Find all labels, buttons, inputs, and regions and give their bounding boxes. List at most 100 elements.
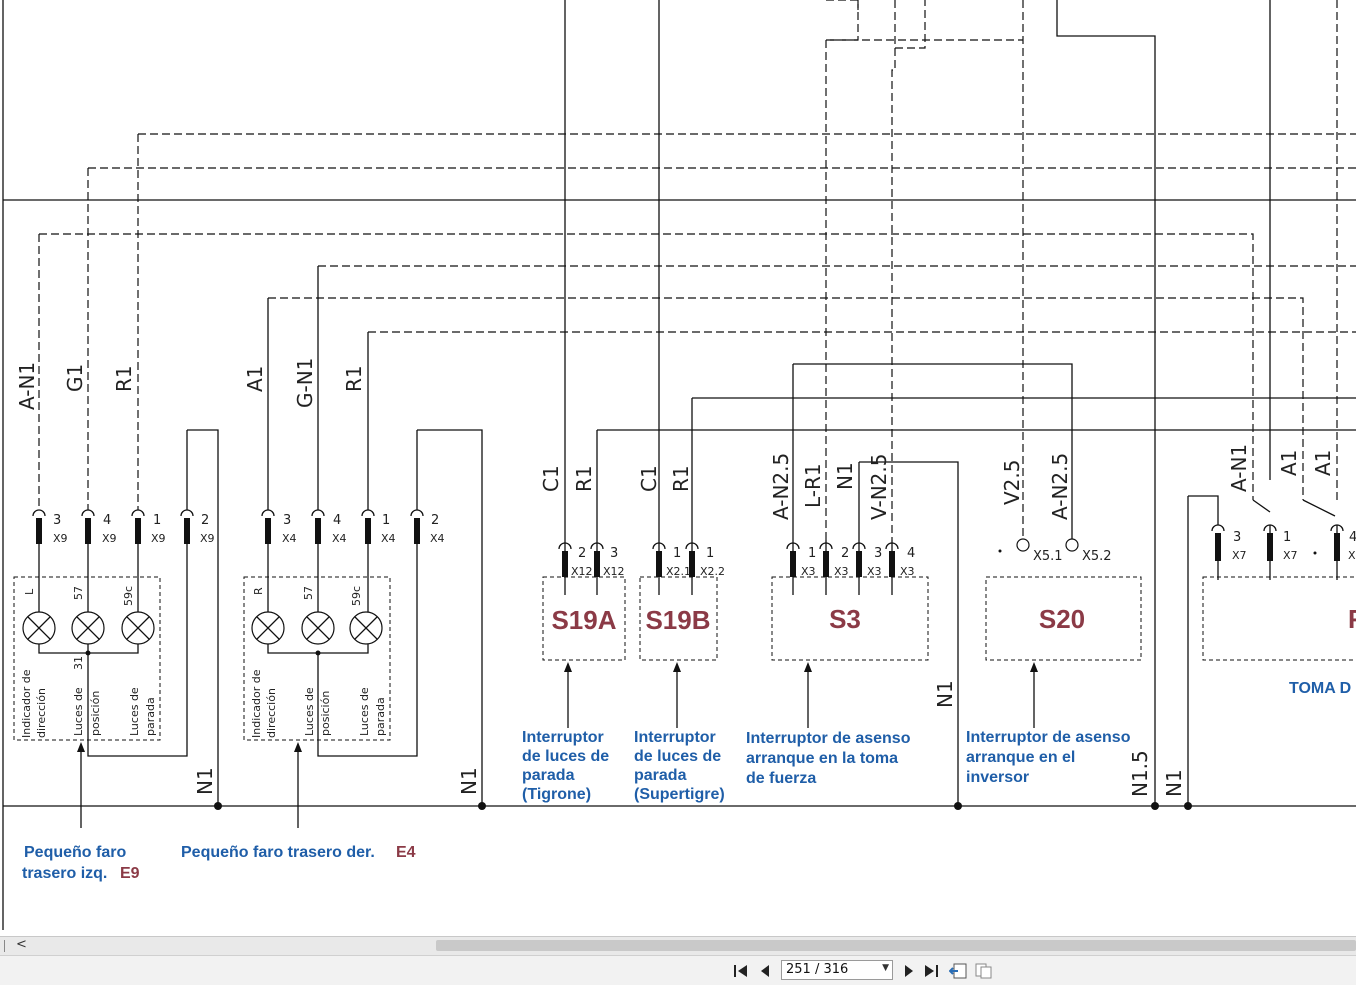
wire-label: N1: [833, 462, 857, 490]
lamp-module-e4: 3 4 1 2 X4 X4 X4 X4 R 57 59c Indicador d…: [243, 509, 445, 828]
connector-label: X3: [867, 565, 882, 578]
connector-label: X12: [603, 565, 625, 578]
wire-label: G-N1: [293, 358, 317, 408]
pin-number: 3: [874, 546, 882, 561]
pin-number: 2: [578, 546, 586, 561]
pin-number: 4: [103, 513, 111, 528]
caption-line: de fuerza: [746, 770, 816, 787]
caption-line: TOMA D: [1289, 680, 1351, 697]
pin-number: 3: [610, 546, 618, 561]
connector-label: X3: [801, 565, 816, 578]
lamp-label: dirección: [35, 688, 48, 738]
component-label: F: [1348, 604, 1356, 634]
terminal-label: L: [23, 588, 36, 595]
switch-s19b: 1 1 X2.1 X2.2 S19B: [639, 540, 725, 728]
wire-label: N1: [193, 767, 217, 795]
connector-label: X3: [834, 565, 849, 578]
wire-label: R1: [112, 365, 136, 392]
lamp-icon: [71, 611, 105, 645]
wire-label: R1: [572, 465, 596, 492]
page-number-field[interactable]: 251 / 316 ▼: [781, 960, 893, 980]
wire-label: L-R1: [801, 463, 825, 508]
switch-s20: X5.1 X5.2 S20: [985, 538, 1142, 728]
connector-label: X7: [1283, 549, 1298, 562]
caption-line: Pequeño faro: [24, 844, 126, 861]
pin-number: 1: [706, 546, 714, 561]
lamp-label: parada: [144, 697, 157, 736]
terminal-label: 57: [302, 586, 315, 600]
terminal-label: 59c: [122, 586, 135, 606]
lamp-icon: [251, 611, 285, 645]
lamp-label: posición: [89, 691, 102, 736]
lamp-label: Luces de: [128, 687, 141, 736]
component-label: S19B: [645, 605, 710, 635]
connector-label: X7: [1232, 549, 1247, 562]
horizontal-scrollbar[interactable]: <: [0, 936, 1356, 955]
connector-label: X4: [332, 532, 347, 545]
connector-label: X9: [53, 532, 68, 545]
wire-label: A-N2.5: [1048, 453, 1072, 520]
connector-label: X5.2: [1082, 549, 1112, 564]
connector-label: X5.1: [1033, 549, 1063, 564]
caption-line: (Tigrone): [522, 786, 591, 803]
wire-label: N1: [933, 680, 957, 708]
pin-number: 2: [431, 513, 439, 528]
pin-number: 2: [841, 546, 849, 561]
next-page-icon[interactable]: [900, 962, 918, 980]
terminal-label: 31: [72, 656, 85, 670]
lamp-module-e9: 3 4 1 2 X9 X9 X9 X9 L 57 59c 31 Indicado…: [13, 509, 215, 828]
caption-line: Interruptor de asenso: [966, 729, 1131, 746]
lamp-label: dirección: [265, 688, 278, 738]
connector-label: X9: [151, 532, 166, 545]
scroll-thumb[interactable]: [436, 940, 1356, 951]
lamp-icon: [22, 611, 56, 645]
caption-ref: E4: [396, 844, 416, 861]
pdf-viewer: A-N1 G1 R1 A1 G-N1 R1 C1 R1 C1 R1 A-N2.5…: [0, 0, 1356, 985]
pin-number: 1: [382, 513, 390, 528]
page-indicator: 251 / 316: [786, 962, 849, 977]
wiring-diagram-page: A-N1 G1 R1 A1 G-N1 R1 C1 R1 C1 R1 A-N2.5…: [0, 0, 1356, 930]
wire-label: V-N2.5: [867, 454, 891, 521]
caption-line: Interruptor de asenso: [746, 730, 911, 747]
connector-label: X3: [900, 565, 915, 578]
connector-label: X9: [102, 532, 117, 545]
chevron-down-icon[interactable]: ▼: [882, 963, 889, 973]
lamp-label: Indicador de: [20, 669, 33, 738]
lamp-label: Luces de: [303, 687, 316, 736]
pin-number: 3: [1233, 530, 1241, 545]
connector-label: X: [1348, 549, 1356, 562]
connector-label: X4: [282, 532, 297, 545]
wire-label: R1: [669, 465, 693, 492]
lamp-icon: [301, 611, 335, 645]
previous-page-icon[interactable]: [756, 962, 774, 980]
pin-number: 1: [153, 513, 161, 528]
caption-line: trasero izq.: [22, 865, 107, 882]
pin-number: 1: [673, 546, 681, 561]
pin-number: 1: [1283, 530, 1291, 545]
pin-number: 4: [1349, 530, 1356, 545]
wire-label: N1.5: [1128, 750, 1152, 797]
wiring-diagram: A-N1 G1 R1 A1 G-N1 R1 C1 R1 C1 R1 A-N2.5…: [2, 0, 1356, 930]
switch-s3: 1 2 3 4 X3 X3 X3 X3 S3: [771, 540, 929, 728]
wire-label: A1: [1277, 450, 1301, 476]
go-back-view-icon[interactable]: [949, 962, 967, 980]
wire-label: R1: [342, 365, 366, 392]
component-label: S19A: [551, 605, 616, 635]
caption-line: inversor: [966, 769, 1029, 786]
last-page-icon[interactable]: [922, 962, 940, 980]
toma-module: 3 1 4 X7 X7 X F: [1202, 524, 1356, 661]
scroll-left-arrow[interactable]: <: [16, 937, 27, 952]
caption-line: de luces de: [522, 748, 609, 765]
wire-label: A-N1: [15, 362, 39, 410]
component-label: S20: [1039, 604, 1085, 634]
terminal-label: 57: [72, 586, 85, 600]
first-page-icon[interactable]: [732, 962, 750, 980]
go-forward-view-icon[interactable]: [975, 962, 993, 980]
page-navigation-toolbar: 251 / 316 ▼: [0, 955, 1356, 985]
lamp-label: Indicador de: [250, 669, 263, 738]
connector-label: X2.1: [666, 565, 691, 578]
wire-label: A-N1: [1227, 444, 1251, 492]
caption-line: Interruptor: [522, 729, 604, 746]
connector-label: X4: [381, 532, 396, 545]
lamp-label: Luces de: [358, 687, 371, 736]
